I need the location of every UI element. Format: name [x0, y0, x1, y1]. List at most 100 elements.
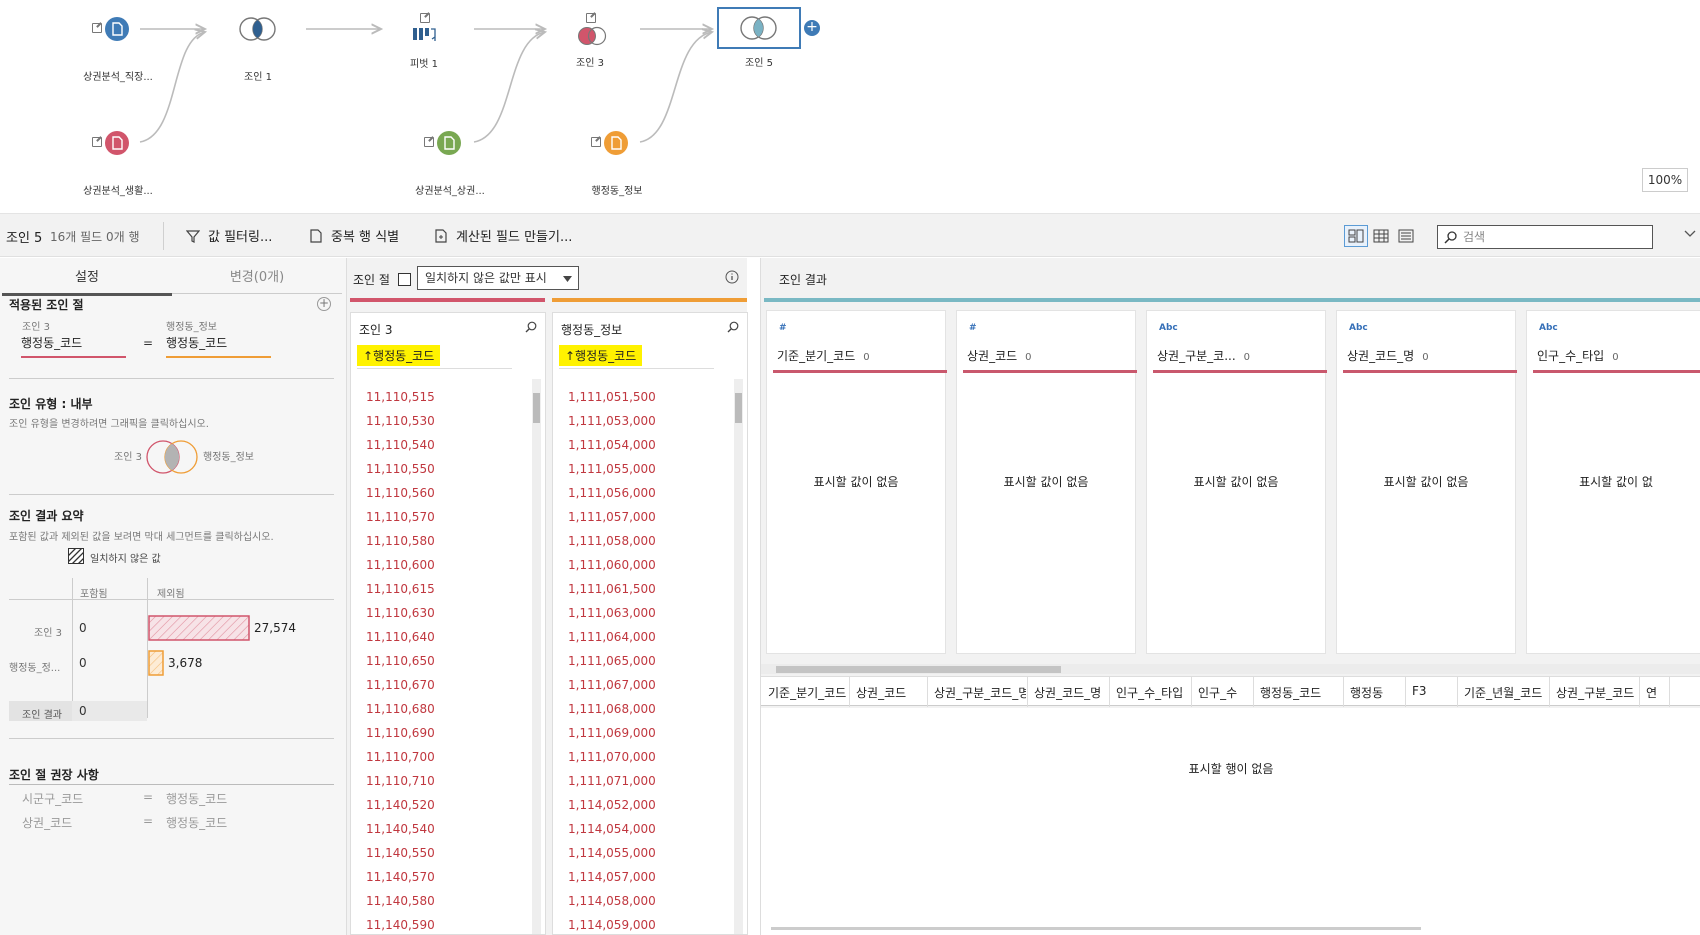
identify-duplicates-button[interactable]: 중복 행 식별 [309, 226, 399, 245]
grid-column-header[interactable]: 연 [1646, 684, 1668, 701]
chevron-down-icon[interactable] [1684, 229, 1696, 239]
field-value[interactable]: 11,110,560 [366, 481, 435, 505]
field-value[interactable]: 1,111,056,000 [568, 481, 656, 505]
field-value[interactable]: 11,140,520 [366, 793, 435, 817]
field-value[interactable]: 1,111,070,000 [568, 745, 656, 769]
profile-card[interactable]: Abc 상권_코드_명 0 표시할 값이 없음 [1336, 310, 1517, 654]
field-value[interactable]: 11,110,550 [366, 457, 435, 481]
scrollbar-thumb[interactable] [533, 393, 540, 423]
profile-card[interactable]: # 기준_분기_코드 0 표시할 값이 없음 [766, 310, 947, 654]
field-value[interactable]: 1,111,053,000 [568, 409, 656, 433]
field-value[interactable]: 11,110,540 [366, 433, 435, 457]
field-value[interactable]: 11,110,670 [366, 673, 435, 697]
search-field[interactable] [1437, 225, 1653, 249]
info-icon[interactable] [725, 270, 739, 284]
left-clause-field[interactable]: 행정동_코드 [21, 334, 126, 358]
add-clause-button[interactable]: + [317, 297, 331, 311]
excluded-bar[interactable] [148, 650, 165, 676]
filter-values-button[interactable]: 값 필터링... [186, 226, 272, 245]
field-value[interactable]: 11,140,590 [366, 913, 435, 935]
field-value[interactable]: 11,140,550 [366, 841, 435, 865]
grid-column-header[interactable]: 기준_분기_코드 [768, 684, 848, 701]
summary-row-included[interactable]: 0 [79, 621, 87, 635]
flow-canvas[interactable]: 상권분석_직장... 상권분석_생활... 조인 1 피벗 1 상권분석_상권.… [0, 0, 1700, 213]
grid-column-header[interactable]: 상권_구분_코드 [1556, 684, 1638, 701]
join-type-venn[interactable] [143, 438, 205, 476]
field-value[interactable]: 1,111,051,500 [568, 385, 656, 409]
field-value[interactable]: 11,110,630 [366, 601, 435, 625]
field-value[interactable]: 11,140,540 [366, 817, 435, 841]
create-calc-field-button[interactable]: 계산된 필드 만들기... [434, 226, 572, 245]
right-clause-field[interactable]: 행정동_코드 [166, 334, 271, 358]
zoom-level[interactable]: 100% [1642, 168, 1688, 192]
grid-column-header[interactable]: F3 [1412, 684, 1456, 698]
field-value[interactable]: 1,111,063,000 [568, 601, 656, 625]
scrollbar-thumb[interactable] [776, 666, 1061, 673]
field-value[interactable]: 11,110,700 [366, 745, 435, 769]
excluded-bar[interactable] [148, 615, 251, 641]
grid-column-header[interactable]: 상권_구분_코드_명 [934, 684, 1026, 701]
field-value[interactable]: 11,110,530 [366, 409, 435, 433]
field-value[interactable]: 11,110,680 [366, 697, 435, 721]
field-value[interactable]: 1,114,057,000 [568, 865, 656, 889]
unmatched-only-checkbox[interactable] [398, 273, 411, 286]
search-input[interactable] [1463, 230, 1643, 244]
field-value[interactable]: 1,111,055,000 [568, 457, 656, 481]
view-list-button[interactable] [1394, 225, 1418, 247]
field-value[interactable]: 11,110,615 [366, 577, 435, 601]
rec-left[interactable]: 시군구_코드 [22, 790, 83, 807]
scrollbar[interactable] [734, 379, 743, 934]
search-icon[interactable] [525, 321, 537, 333]
tab-changes[interactable]: 변경(0개) [172, 266, 342, 294]
scrollbar[interactable] [532, 379, 541, 934]
tab-settings[interactable]: 설정 [2, 266, 172, 296]
field-value[interactable]: 1,111,061,500 [568, 577, 656, 601]
field-value[interactable]: 11,110,515 [366, 385, 435, 409]
field-value[interactable]: 11,110,570 [366, 505, 435, 529]
field-value[interactable]: 1,111,060,000 [568, 553, 656, 577]
field-value[interactable]: 11,140,580 [366, 889, 435, 913]
excluded-bar-segment[interactable] [148, 650, 164, 676]
field-value[interactable]: 1,111,065,000 [568, 649, 656, 673]
left-join-field[interactable]: ↑행정동_코드 [357, 345, 441, 366]
grid-column-header[interactable]: 기준_년월_코드 [1464, 684, 1548, 701]
field-value[interactable]: 11,110,580 [366, 529, 435, 553]
field-value[interactable]: 1,111,064,000 [568, 625, 656, 649]
field-value[interactable]: 1,111,067,000 [568, 673, 656, 697]
field-value[interactable]: 1,111,057,000 [568, 505, 656, 529]
grid-column-header[interactable]: 행정동_코드 [1260, 684, 1342, 701]
summary-row-included[interactable]: 0 [79, 656, 87, 670]
field-value[interactable]: 11,140,570 [366, 865, 435, 889]
rec-right[interactable]: 행정동_코드 [166, 790, 227, 807]
right-join-field[interactable]: ↑행정동_코드 [559, 345, 643, 366]
field-value[interactable]: 11,110,710 [366, 769, 435, 793]
add-step-button[interactable]: + [804, 20, 820, 36]
field-value[interactable]: 11,110,640 [366, 625, 435, 649]
grid-column-header[interactable]: 상권_코드_명 [1034, 684, 1108, 701]
unmatched-only-dropdown[interactable]: 일치하지 않은 값만 표시 [417, 266, 579, 290]
clause-operator[interactable]: = [143, 336, 153, 350]
grid-scrollbar-thumb[interactable] [771, 927, 1421, 930]
grid-column-header[interactable]: 인구_수_타입 [1116, 684, 1190, 701]
view-grid-button[interactable] [1369, 225, 1393, 247]
profile-card[interactable]: Abc 상권_구분_코... 0 표시할 값이 없음 [1146, 310, 1327, 654]
search-icon[interactable] [727, 321, 739, 333]
field-value[interactable]: 1,114,059,000 [568, 913, 656, 935]
grid-column-header[interactable]: 인구_수 [1198, 684, 1252, 701]
excluded-bar-segment[interactable] [148, 615, 250, 641]
field-value[interactable]: 11,110,690 [366, 721, 435, 745]
profile-card[interactable]: Abc 인구_수_타입 0 표시할 값이 없 [1526, 310, 1700, 654]
grid-column-header[interactable]: 행정동 [1350, 684, 1404, 701]
field-value[interactable]: 1,114,055,000 [568, 841, 656, 865]
view-profile-button[interactable] [1344, 225, 1368, 247]
field-value[interactable]: 1,111,058,000 [568, 529, 656, 553]
field-value[interactable]: 1,114,052,000 [568, 793, 656, 817]
field-value[interactable]: 11,110,650 [366, 649, 435, 673]
field-value[interactable]: 1,111,068,000 [568, 697, 656, 721]
rec-left[interactable]: 상권_코드 [22, 814, 72, 831]
field-value[interactable]: 1,111,071,000 [568, 769, 656, 793]
field-value[interactable]: 1,111,054,000 [568, 433, 656, 457]
field-value[interactable]: 1,114,058,000 [568, 889, 656, 913]
profile-card[interactable]: # 상권_코드 0 표시할 값이 없음 [956, 310, 1137, 654]
grid-column-header[interactable]: 상권_코드 [856, 684, 926, 701]
